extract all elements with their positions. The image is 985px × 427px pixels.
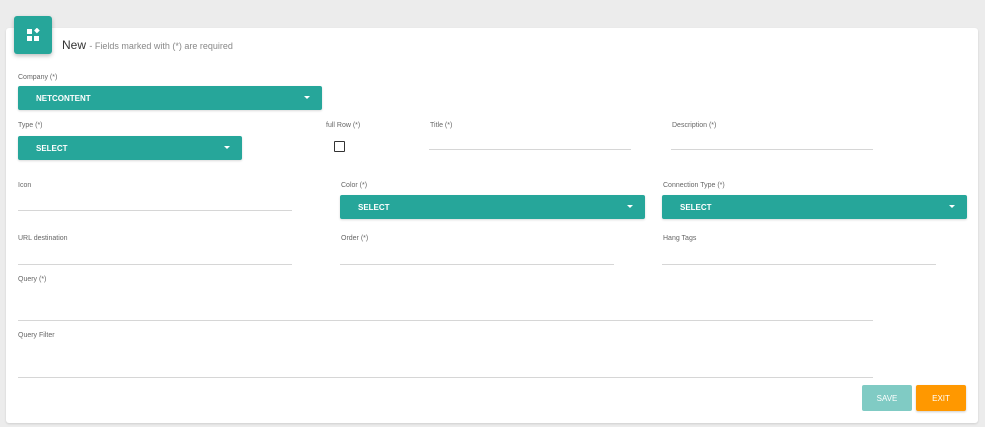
order-label: Order (*) [341,235,369,242]
chevron-down-icon [949,205,955,208]
chevron-down-icon [224,146,230,149]
url-destination-label: URL destination [18,235,68,242]
type-select[interactable]: SELECT [18,136,242,160]
query-input[interactable] [18,320,873,321]
url-destination-input[interactable] [18,264,292,265]
page-title: New - Fields marked with (*) are require… [62,38,233,52]
connection-type-select-value: SELECT [680,202,712,212]
connection-type-select[interactable]: SELECT [662,195,967,219]
company-select[interactable]: NETCONTENT [18,86,322,110]
order-input[interactable] [340,264,614,265]
title-input[interactable] [429,149,631,150]
full-row-checkbox[interactable] [334,141,345,152]
hang-tags-label: Hang Tags [663,235,697,242]
query-filter-label: Query Filter [18,332,55,339]
query-label: Query (*) [18,276,47,283]
description-input[interactable] [671,149,873,150]
icon-label: Icon [18,182,32,189]
icon-input[interactable] [18,210,292,211]
hang-tags-input[interactable] [662,264,936,265]
color-select[interactable]: SELECT [340,195,645,219]
company-label: Company (*) [18,74,58,81]
page-subtitle: - Fields marked with (*) are required [89,41,233,51]
widgets-icon [27,28,40,41]
type-label: Type (*) [18,122,43,129]
chevron-down-icon [304,96,310,99]
save-button[interactable]: SAVE [862,385,912,411]
page-title-text: New [62,38,87,52]
full-row-label: full Row (*) [326,122,361,129]
type-select-value: SELECT [36,143,68,153]
company-select-value: NETCONTENT [36,93,91,103]
color-select-value: SELECT [358,202,390,212]
connection-type-label: Connection Type (*) [663,182,725,189]
chevron-down-icon [627,205,633,208]
query-filter-input[interactable] [18,377,873,378]
title-label: Title (*) [430,122,453,129]
exit-button[interactable]: EXIT [916,385,966,411]
description-label: Description (*) [672,122,717,129]
header-icon-badge [14,16,52,54]
color-label: Color (*) [341,182,368,189]
